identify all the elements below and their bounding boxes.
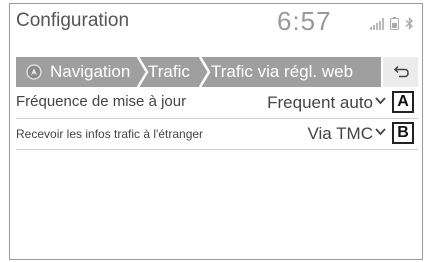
phone-battery-icon [390, 17, 399, 30]
setting-label: Fréquence de mise à jour [16, 93, 187, 110]
back-arrow-icon [393, 65, 409, 78]
back-button[interactable] [381, 57, 418, 87]
breadcrumb-item-trafic[interactable]: Trafic [148, 57, 190, 87]
chevron-down-icon [375, 128, 386, 136]
breadcrumb: Navigation Trafic Trafic via régl. web [16, 57, 418, 87]
chevron-down-icon [375, 97, 386, 105]
page-title: Configuration [16, 10, 130, 31]
settings-screen: Configuration 6:57 Navigation Trafic Tra… [9, 3, 423, 260]
breadcrumb-item-navigation[interactable]: Navigation [50, 57, 130, 87]
signal-strength-icon [370, 18, 384, 30]
setting-row-update-frequency[interactable]: Fréquence de mise à jour Frequent auto A [16, 88, 418, 119]
bluetooth-icon [405, 17, 413, 30]
header-bar: Configuration 6:57 [10, 4, 422, 44]
callout-marker: B [392, 122, 414, 144]
clock: 6:57 [277, 6, 332, 36]
breadcrumb-separator-icon [199, 57, 211, 87]
setting-label: Recevoir les infos trafic à l'étranger [16, 127, 204, 141]
callout-marker: A [392, 91, 414, 113]
navigation-icon [26, 64, 42, 80]
setting-row-foreign-traffic[interactable]: Recevoir les infos trafic à l'étranger V… [16, 119, 418, 150]
breadcrumb-item-trafic-web: Trafic via régl. web [211, 62, 354, 81]
status-icons [370, 17, 414, 30]
setting-value-dropdown[interactable]: Frequent auto [267, 93, 373, 113]
setting-value-dropdown[interactable]: Via TMC [307, 124, 373, 144]
